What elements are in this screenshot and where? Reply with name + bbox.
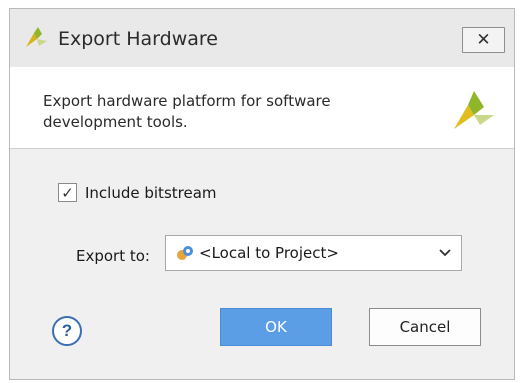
title-bar: Export Hardware ✕ <box>10 9 514 67</box>
export-to-dropdown[interactable]: <Local to Project> <box>165 235 462 271</box>
cancel-button[interactable]: Cancel <box>369 308 481 346</box>
include-bitstream-checkbox[interactable]: ✓ <box>58 183 77 202</box>
export-to-value: <Local to Project> <box>199 244 339 262</box>
local-project-icon <box>177 246 193 260</box>
include-bitstream-label[interactable]: Include bitstream <box>85 184 217 202</box>
export-to-label: Export to: <box>76 247 150 265</box>
header-panel: Export hardware platform for software de… <box>10 67 514 149</box>
help-button[interactable]: ? <box>52 316 82 346</box>
close-button[interactable]: ✕ <box>462 27 505 53</box>
include-bitstream-row[interactable]: ✓ Include bitstream <box>58 183 217 202</box>
export-hardware-dialog: Export Hardware ✕ Export hardware platfo… <box>9 8 515 380</box>
window-title: Export Hardware <box>58 28 218 50</box>
vivado-logo-icon <box>26 27 47 47</box>
dialog-description: Export hardware platform for software de… <box>43 92 331 131</box>
checkmark-icon: ✓ <box>61 184 74 202</box>
help-icon: ? <box>61 321 73 340</box>
ok-button[interactable]: OK <box>220 308 332 346</box>
close-icon: ✕ <box>476 30 491 49</box>
vivado-logo-icon <box>454 91 494 129</box>
chevron-down-icon <box>439 249 451 257</box>
